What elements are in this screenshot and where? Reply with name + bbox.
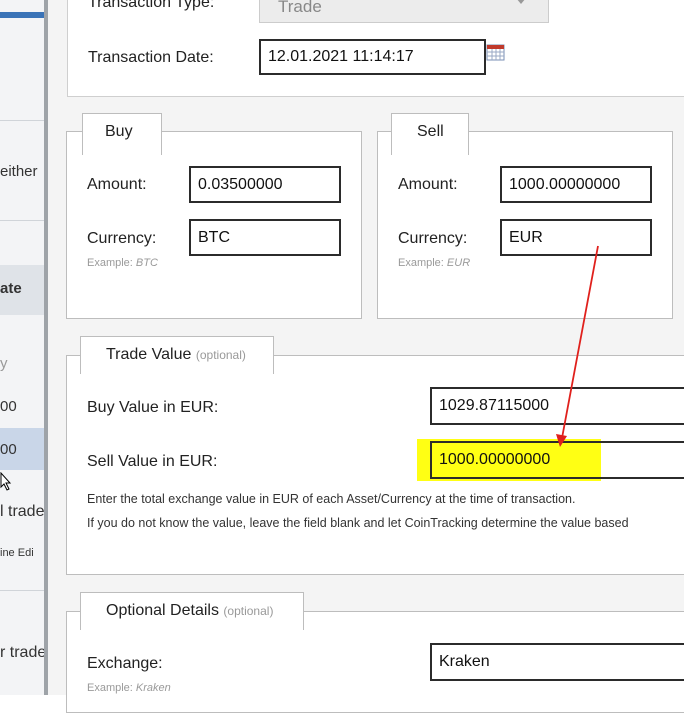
sell-currency-label: Currency: — [398, 230, 468, 247]
background-divider — [0, 120, 46, 121]
background-cell: 00 — [0, 398, 17, 415]
sell-value-input[interactable]: 1000.00000000 — [430, 441, 684, 479]
background-divider — [0, 220, 46, 221]
background-text: l trade — [0, 503, 45, 520]
sell-value-label: Sell Value in EUR: — [87, 453, 218, 470]
mouse-cursor-icon — [0, 472, 12, 491]
transaction-date-input[interactable]: 12.01.2021 11:14:17 — [259, 39, 486, 75]
transaction-type-label: Transaction Type: — [88, 0, 215, 11]
buy-fieldset: Amount: 0.03500000 Currency: BTC Example… — [66, 131, 362, 319]
buy-amount-input[interactable]: 0.03500000 — [189, 166, 341, 203]
exchange-label: Exchange: — [87, 655, 163, 672]
background-divider — [0, 590, 46, 591]
sell-legend: Sell — [391, 113, 469, 155]
optional-details-legend: Optional Details (optional) — [80, 592, 304, 630]
sell-fieldset: Amount: 1000.00000000 Currency: EUR Exam… — [377, 131, 673, 319]
transaction-date-label: Transaction Date: — [88, 49, 214, 66]
background-text: either — [0, 163, 38, 180]
sell-amount-label: Amount: — [398, 176, 458, 193]
buy-currency-input[interactable]: BTC — [189, 219, 341, 256]
buy-currency-example: Example: BTC — [87, 257, 158, 269]
calendar-icon[interactable] — [486, 43, 506, 61]
background-text: y — [0, 355, 8, 372]
background-cell: 00 — [0, 441, 17, 458]
exchange-input[interactable]: Kraken — [430, 643, 684, 681]
sell-currency-example: Example: EUR — [398, 257, 471, 269]
background-column-header: ate — [0, 280, 22, 297]
buy-value-input[interactable]: 1029.87115000 — [430, 387, 684, 425]
chevron-down-icon — [516, 0, 526, 4]
transaction-panel: Transaction Type: Trade Transaction Date… — [67, 0, 684, 97]
exchange-example: Example: Kraken — [87, 682, 171, 694]
background-header-bar — [0, 12, 46, 18]
sell-currency-input[interactable]: EUR — [500, 219, 652, 256]
background-text: r trade — [0, 644, 46, 661]
transaction-type-value: Trade — [278, 0, 322, 16]
buy-legend: Buy — [82, 113, 162, 155]
buy-amount-label: Amount: — [87, 176, 147, 193]
add-transaction-modal: Transaction Type: Trade Transaction Date… — [48, 0, 684, 713]
sell-amount-input[interactable]: 1000.00000000 — [500, 166, 652, 203]
trade-value-description: Enter the total exchange value in EUR of… — [87, 492, 576, 506]
background-page: either ate y 00 00 l trade ine Edi r tra… — [0, 0, 46, 695]
trade-value-description: If you do not know the value, leave the … — [87, 516, 629, 530]
trade-value-legend: Trade Value (optional) — [80, 336, 274, 374]
buy-currency-label: Currency: — [87, 230, 157, 247]
buy-value-label: Buy Value in EUR: — [87, 399, 219, 416]
background-text: ine Edi — [0, 547, 34, 559]
transaction-type-select[interactable]: Trade — [259, 0, 549, 23]
